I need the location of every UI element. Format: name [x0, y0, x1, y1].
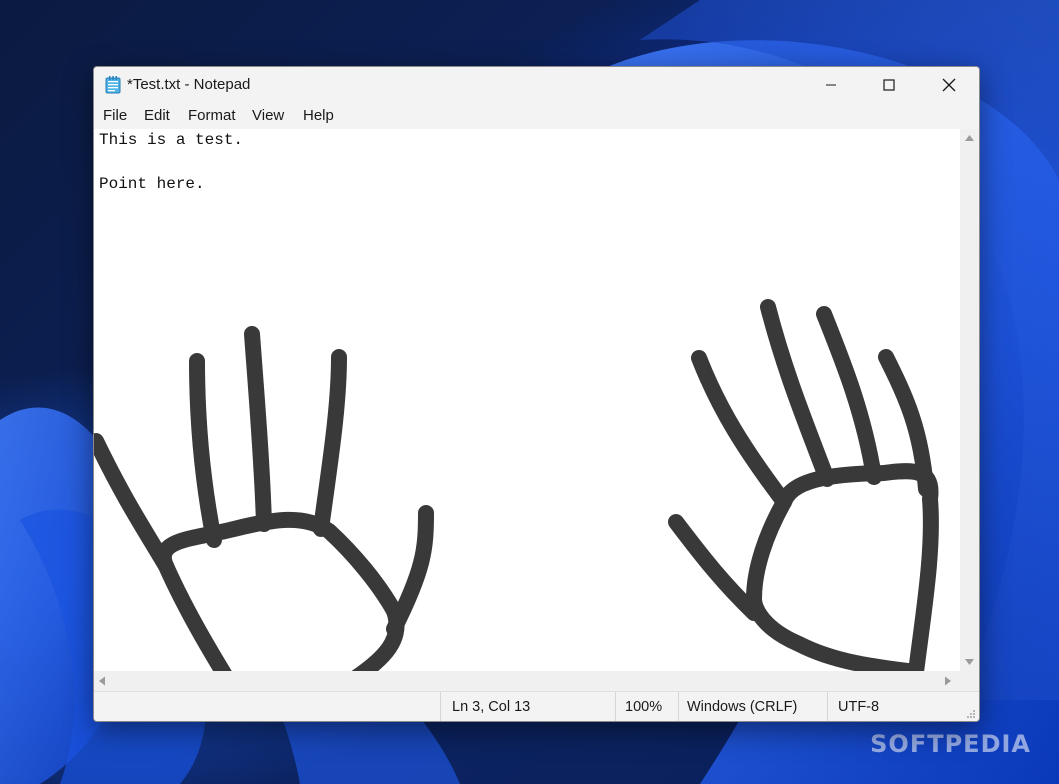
notepad-app-icon [105, 76, 121, 94]
left-hand-palm [155, 511, 405, 671]
hand-drawing-overlay [94, 299, 939, 671]
softpedia-watermark: SOFTPEDIA [870, 730, 1031, 758]
menu-view[interactable]: View [252, 107, 284, 124]
menu-edit[interactable]: Edit [144, 107, 170, 124]
resize-grip-icon[interactable] [966, 709, 976, 719]
status-zoom: 100% [615, 692, 678, 721]
status-cursor-position: Ln 3, Col 13 [440, 692, 615, 721]
minimize-icon [826, 84, 836, 86]
right-hand-ring-finger [816, 306, 882, 485]
left-hand-thumb [94, 433, 174, 574]
left-hand-ring-finger [313, 349, 347, 537]
status-encoding: UTF-8 [827, 692, 979, 721]
left-hand-middle-finger [244, 326, 272, 532]
menu-bar: File Edit Format View Help [94, 103, 979, 129]
close-button[interactable] [920, 67, 978, 103]
close-icon [942, 78, 956, 92]
horizontal-scrollbar[interactable] [94, 671, 960, 691]
notepad-window: *Test.txt - Notepad File Edit Format Vie… [93, 66, 980, 722]
right-hand-palm [746, 463, 939, 671]
maximize-button[interactable] [860, 67, 918, 103]
maximize-icon [883, 79, 895, 91]
title-bar[interactable]: *Test.txt - Notepad [94, 67, 979, 103]
status-bar: Ln 3, Col 13 100% Windows (CRLF) UTF-8 [94, 691, 979, 721]
menu-format[interactable]: Format [188, 107, 236, 124]
scrollbar-corner [960, 671, 979, 691]
right-hand-thumb [668, 514, 762, 621]
right-hand-index-finger [691, 350, 792, 510]
vertical-scroll-arrows [965, 135, 974, 665]
minimize-button[interactable] [802, 67, 860, 103]
menu-file[interactable]: File [103, 107, 127, 124]
horizontal-scroll-arrows [99, 676, 951, 686]
status-line-ending: Windows (CRLF) [678, 692, 827, 721]
window-title: *Test.txt - Notepad [127, 76, 251, 93]
text-editor-area[interactable]: This is a test. Point here. [94, 129, 960, 671]
vertical-scrollbar[interactable] [960, 129, 979, 671]
menu-help[interactable]: Help [303, 107, 334, 124]
right-hand-middle-finger [760, 299, 835, 487]
left-hand-index-finger [189, 353, 222, 548]
